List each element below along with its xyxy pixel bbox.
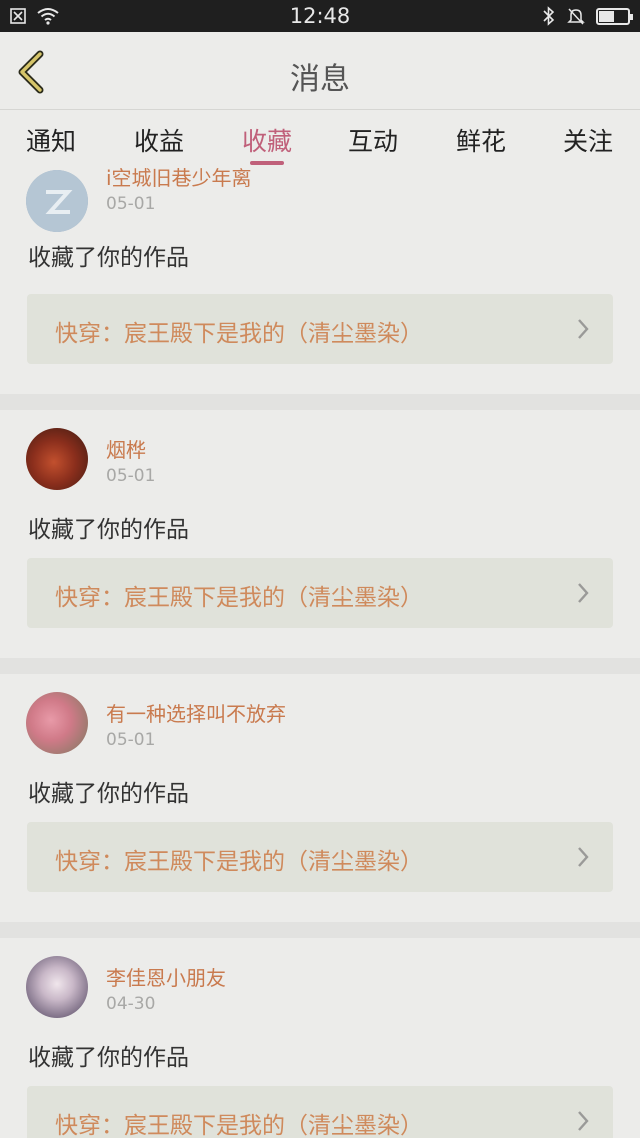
tab-interactions[interactable]: 互动 bbox=[323, 122, 423, 158]
active-tab-indicator bbox=[250, 161, 284, 165]
battery-level bbox=[599, 10, 614, 22]
chevron-right-icon bbox=[578, 847, 589, 867]
default-avatar-icon bbox=[26, 170, 88, 232]
work-link[interactable]: 快穿：宸王殿下是我的（清尘墨染） bbox=[27, 822, 613, 892]
date: 05-01 bbox=[106, 194, 156, 214]
work-title: 快穿：宸王殿下是我的（清尘墨染） bbox=[55, 585, 423, 611]
chevron-right-icon bbox=[578, 1111, 589, 1131]
username[interactable]: 烟桦 bbox=[106, 434, 146, 463]
navigation-bar: 消息 bbox=[0, 32, 640, 110]
divider bbox=[0, 922, 640, 938]
action-text: 收藏了你的作品 bbox=[28, 1045, 189, 1071]
date: 05-01 bbox=[106, 730, 156, 750]
list-item: 李佳恩小朋友 04-30 收藏了你的作品 快穿：宸王殿下是我的（清尘墨染） bbox=[0, 938, 640, 1138]
divider bbox=[0, 394, 640, 410]
work-link[interactable]: 快穿：宸王殿下是我的（清尘墨染） bbox=[27, 1086, 613, 1138]
list-item: i空城旧巷少年离 05-01 收藏了你的作品 快穿：宸王殿下是我的（清尘墨染） bbox=[0, 166, 640, 394]
divider bbox=[0, 658, 640, 674]
chevron-right-icon bbox=[578, 583, 589, 603]
list-item: 烟桦 05-01 收藏了你的作品 快穿：宸王殿下是我的（清尘墨染） bbox=[0, 410, 640, 658]
page-title: 消息 bbox=[290, 62, 350, 97]
date: 05-01 bbox=[106, 466, 156, 486]
tab-follows[interactable]: 关注 bbox=[538, 122, 638, 158]
tab-notifications[interactable]: 通知 bbox=[1, 122, 101, 158]
username[interactable]: 有一种选择叫不放弃 bbox=[106, 698, 286, 727]
work-title: 快穿：宸王殿下是我的（清尘墨染） bbox=[55, 1113, 423, 1138]
status-bar: 12:48 bbox=[0, 0, 640, 32]
tab-flowers[interactable]: 鲜花 bbox=[431, 122, 531, 158]
tab-favorites[interactable]: 收藏 bbox=[217, 122, 317, 158]
work-title: 快穿：宸王殿下是我的（清尘墨染） bbox=[55, 321, 423, 347]
favorites-feed[interactable]: i空城旧巷少年离 05-01 收藏了你的作品 快穿：宸王殿下是我的（清尘墨染） … bbox=[0, 166, 640, 1138]
work-link[interactable]: 快穿：宸王殿下是我的（清尘墨染） bbox=[27, 558, 613, 628]
chevron-right-icon bbox=[578, 319, 589, 339]
date: 04-30 bbox=[106, 994, 156, 1014]
action-text: 收藏了你的作品 bbox=[28, 781, 189, 807]
action-text: 收藏了你的作品 bbox=[28, 245, 189, 271]
work-title: 快穿：宸王殿下是我的（清尘墨染） bbox=[55, 849, 423, 875]
avatar[interactable] bbox=[26, 956, 88, 1018]
list-item: 有一种选择叫不放弃 05-01 收藏了你的作品 快穿：宸王殿下是我的（清尘墨染） bbox=[0, 674, 640, 922]
tab-earnings[interactable]: 收益 bbox=[109, 122, 209, 158]
username[interactable]: 李佳恩小朋友 bbox=[106, 962, 226, 991]
tab-bar: 通知 收益 收藏 互动 鲜花 关注 bbox=[0, 110, 640, 166]
username[interactable]: i空城旧巷少年离 bbox=[106, 166, 252, 191]
avatar[interactable] bbox=[26, 170, 88, 232]
status-time: 12:48 bbox=[289, 4, 351, 28]
battery-icon bbox=[596, 7, 633, 25]
action-text: 收藏了你的作品 bbox=[28, 517, 189, 543]
avatar[interactable] bbox=[26, 428, 88, 490]
work-link[interactable]: 快穿：宸王殿下是我的（清尘墨染） bbox=[27, 294, 613, 364]
avatar[interactable] bbox=[26, 692, 88, 754]
